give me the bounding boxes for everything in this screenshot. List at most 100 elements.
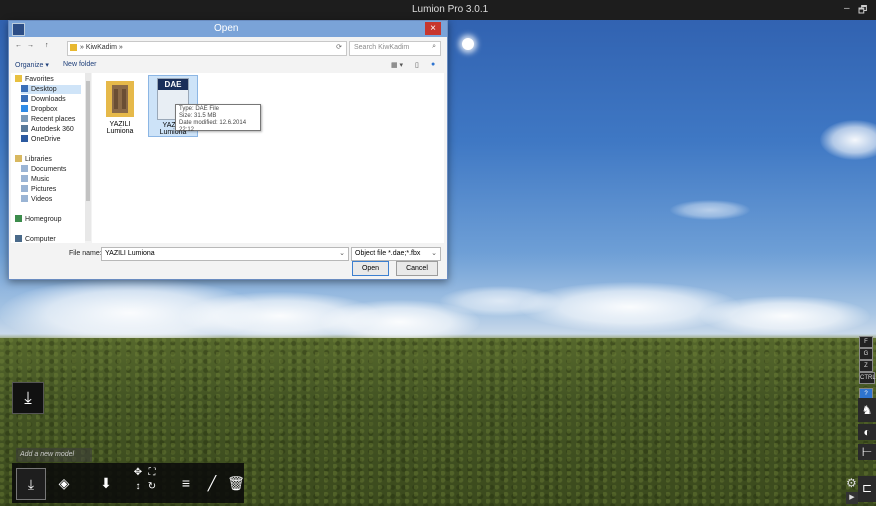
nav-favorites[interactable]: Favorites xyxy=(15,75,54,84)
nav-dropbox[interactable]: Dropbox xyxy=(21,105,57,114)
app-title: Lumion Pro 3.0.1 xyxy=(412,4,489,15)
chevron-down-icon[interactable]: ⌄ xyxy=(339,249,345,257)
file-name-row: File name: YAZILI Lumiona ⌄ Object file … xyxy=(9,247,447,261)
preview-pane-icon[interactable]: ▯ xyxy=(415,61,419,69)
address-bar[interactable]: » KiwKadim » ⟳ xyxy=(67,41,347,56)
libraries-icon xyxy=(15,155,22,162)
nav-pictures[interactable]: Pictures xyxy=(21,185,56,194)
shortcut-g[interactable]: G xyxy=(859,348,873,360)
restore-icon[interactable]: 🗗 xyxy=(858,3,867,20)
gear-icon[interactable]: ⚙ xyxy=(846,476,857,490)
videos-icon xyxy=(21,195,28,202)
object-toolbar: ⤓ ◈ ⬇ ✥ ⛶ ↕ ↻ ≡ ╱ 🗑 xyxy=(12,463,245,503)
nav-label: Favorites xyxy=(25,76,54,83)
up-arrow-icon[interactable]: ↑ xyxy=(45,42,49,49)
address-path: » KiwKadim » xyxy=(80,44,123,51)
back-arrow-icon[interactable]: ← xyxy=(15,42,22,49)
nav-label: OneDrive xyxy=(31,136,61,143)
minimize-icon[interactable]: – xyxy=(844,3,850,14)
add-model-button[interactable]: ⤓ xyxy=(16,468,46,500)
nav-homegroup[interactable]: Homegroup xyxy=(15,215,62,224)
open-file-dialog: Open × ← → ↑ » KiwKadim » ⟳ Search KiwKa… xyxy=(8,20,448,280)
add-model-tooltip: Add a new model xyxy=(16,448,92,462)
open-button[interactable]: Open xyxy=(352,261,389,276)
camera-icon[interactable]: ◐ xyxy=(858,424,876,440)
nav-scrollbar[interactable] xyxy=(85,73,91,241)
refresh-icon[interactable]: ⟳ xyxy=(336,43,342,51)
nav-libraries[interactable]: Libraries xyxy=(15,155,52,164)
scrollbar-thumb[interactable] xyxy=(86,81,90,201)
import-icon[interactable]: ⤓ xyxy=(12,382,44,414)
search-placeholder: Search KiwKadim xyxy=(354,44,410,51)
nav-label: Documents xyxy=(31,166,67,173)
search-input[interactable]: Search KiwKadim ⌕ xyxy=(349,41,441,56)
nav-music[interactable]: Music xyxy=(21,175,49,184)
file-item-folder[interactable]: YAZILI Lumiona xyxy=(96,75,144,135)
move-icon[interactable]: ✥ xyxy=(131,468,145,482)
transform-tools: ✥ ⛶ ↕ ↻ xyxy=(122,468,168,498)
tooltip-type: Type: DAE File xyxy=(179,106,220,112)
dae-badge: DAE xyxy=(158,79,188,90)
nav-desktop[interactable]: Desktop xyxy=(21,85,81,94)
delete-icon[interactable]: 🗑 xyxy=(222,468,250,498)
tooltip-date: Date modified: 12.6.2014 22:12 xyxy=(179,120,247,133)
file-list: YAZILI Lumiona DAE YAZILI Lumiona xyxy=(92,73,444,243)
folder-icon xyxy=(70,44,77,51)
mass-placement-icon[interactable]: ◈ xyxy=(50,468,78,498)
nav-downloads[interactable]: Downloads xyxy=(21,95,66,104)
help-icon[interactable]: ● xyxy=(431,61,435,68)
close-icon[interactable]: × xyxy=(425,22,441,35)
cloud xyxy=(670,200,750,220)
measure-icon[interactable]: ⊢ xyxy=(858,444,876,460)
rotate-icon[interactable]: ↻ xyxy=(145,482,159,496)
nav-onedrive[interactable]: OneDrive xyxy=(21,135,61,144)
play-icon[interactable]: ▶ xyxy=(846,492,858,504)
star-icon xyxy=(15,75,22,82)
place-object-icon[interactable]: ⬇ xyxy=(92,468,120,498)
nav-label: Pictures xyxy=(31,186,57,193)
height-icon[interactable]: ↕ xyxy=(131,482,145,496)
shortcut-z[interactable]: Z xyxy=(859,360,873,372)
nav-autodesk-360[interactable]: Autodesk 360 xyxy=(21,125,74,134)
cancel-button[interactable]: Cancel xyxy=(396,261,438,276)
scene-mode-icon[interactable]: ⊏ xyxy=(858,476,876,502)
autodesk-icon xyxy=(21,125,28,132)
desktop-icon xyxy=(21,85,28,92)
address-row: ← → ↑ » KiwKadim » ⟳ Search KiwKadim ⌕ xyxy=(15,41,441,56)
person-icon[interactable]: ♞ xyxy=(858,398,876,422)
folder-icon xyxy=(106,81,134,117)
onedrive-icon xyxy=(21,135,28,142)
dropbox-icon xyxy=(21,105,28,112)
nav-label: Libraries xyxy=(25,156,52,163)
nav-computer[interactable]: Computer xyxy=(15,235,56,243)
scale-icon[interactable]: ⛶ xyxy=(145,468,159,482)
view-options-icon[interactable]: ▦ ▾ xyxy=(391,61,403,69)
new-folder-button[interactable]: New folder xyxy=(63,61,96,68)
file-name-field[interactable]: YAZILI Lumiona ⌄ xyxy=(101,247,349,261)
organize-button[interactable]: Organize ▾ xyxy=(15,61,49,69)
file-tooltip: Type: DAE File Size: 31.5 MB Date modifi… xyxy=(175,104,261,133)
nav-label: Videos xyxy=(31,196,53,203)
tooltip-size: Size: 31.5 MB xyxy=(179,113,217,119)
forward-arrow-icon[interactable]: → xyxy=(27,42,34,49)
nav-label: Downloads xyxy=(31,96,66,103)
dialog-titlebar: Open × xyxy=(9,21,447,37)
music-icon xyxy=(21,175,28,182)
nav-recent-places[interactable]: Recent places xyxy=(21,115,75,124)
shortcut-ctrl[interactable]: CTRL xyxy=(859,372,876,384)
sun xyxy=(462,38,474,50)
file-name: YAZILI Lumiona xyxy=(106,121,134,135)
navigation-pane: Favorites Desktop Downloads Dropbox Rece… xyxy=(11,73,85,243)
nav-label: Desktop xyxy=(31,86,57,93)
list-icon[interactable]: ≡ xyxy=(172,468,200,498)
file-type-select[interactable]: Object file *.dae;*.fbx ⌄ xyxy=(351,247,441,261)
nav-documents[interactable]: Documents xyxy=(21,165,66,174)
nav-videos[interactable]: Videos xyxy=(21,195,52,204)
chevron-down-icon[interactable]: ⌄ xyxy=(431,249,437,257)
downloads-icon xyxy=(21,95,28,102)
nav-label: Homegroup xyxy=(25,216,62,223)
search-icon: ⌕ xyxy=(432,43,436,50)
dialog-toolbar: Organize ▾ New folder ▦ ▾ ▯ ● xyxy=(9,57,447,73)
shortcut-f[interactable]: F xyxy=(859,336,873,348)
nav-label: Autodesk 360 xyxy=(31,126,74,133)
